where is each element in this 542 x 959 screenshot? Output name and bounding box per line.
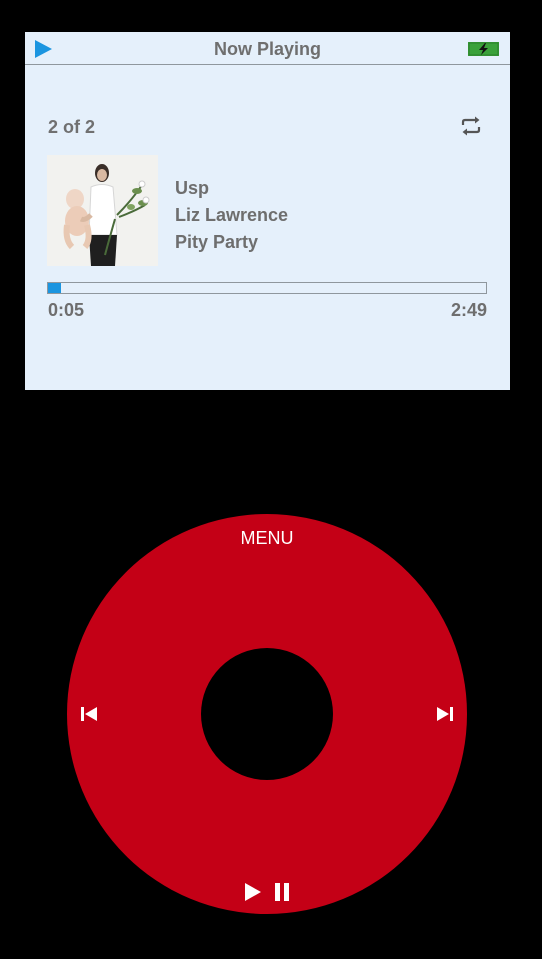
- song-title: Usp: [175, 178, 210, 198]
- music-player: Now Playing 2 of 2 Usp Liz Lawrence Pity…: [0, 0, 542, 959]
- progress-fill: [48, 283, 62, 293]
- skip-previous-icon[interactable]: [75, 700, 103, 728]
- screen-title: Now Playing: [213, 39, 321, 59]
- track-position-label: 2 of 2: [48, 117, 96, 137]
- album-art-image: [47, 155, 158, 266]
- elapsed-time: 0:05: [48, 300, 85, 320]
- status-bar: Now Playing: [25, 32, 510, 65]
- artist-name: Liz Lawrence: [175, 205, 289, 225]
- progress-bar[interactable]: [47, 282, 487, 294]
- click-wheel[interactable]: MENU: [67, 514, 467, 914]
- skip-next-icon[interactable]: [431, 700, 459, 728]
- play-pause-icon[interactable]: [239, 878, 297, 906]
- repeat-icon[interactable]: [459, 114, 483, 138]
- battery-charging-icon: [468, 42, 499, 56]
- menu-button[interactable]: MENU: [217, 526, 317, 550]
- player-screen: Now Playing 2 of 2 Usp Liz Lawrence Pity…: [25, 32, 510, 390]
- track-info: Usp Liz Lawrence Pity Party: [175, 175, 288, 256]
- album-name: Pity Party: [175, 232, 259, 252]
- center-select-button[interactable]: [201, 648, 333, 780]
- total-time: 2:49: [450, 300, 487, 320]
